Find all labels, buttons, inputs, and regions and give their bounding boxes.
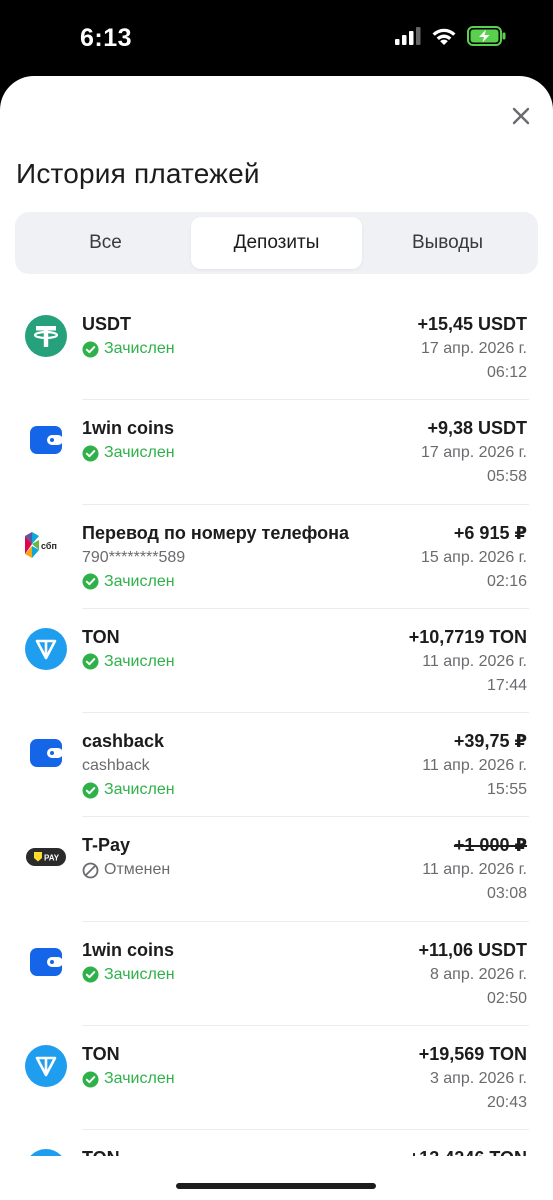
check-circle-icon	[82, 1071, 99, 1088]
status-label: Зачислен	[104, 965, 175, 983]
check-circle-icon	[82, 782, 99, 799]
transaction-name: USDT	[82, 314, 131, 334]
check-circle-icon	[82, 966, 99, 983]
transaction-time: 02:50	[486, 989, 527, 1007]
transaction-time: 05:58	[486, 468, 527, 486]
status-icons	[395, 26, 507, 51]
transaction-row[interactable]: cashback cashback Зачислен +39,75 ₽ 11 а…	[0, 713, 553, 818]
battery-charging-icon	[467, 26, 507, 51]
wallet-icon	[24, 731, 68, 775]
transaction-name: cashback	[82, 731, 165, 752]
phone-number: 790********589	[82, 548, 186, 566]
wallet-icon	[24, 418, 68, 462]
transaction-amount: +1 000 ₽	[453, 835, 527, 856]
cellular-signal-icon	[395, 27, 421, 50]
status-bar: 6:13	[0, 0, 553, 76]
transaction-name: Перевод по номеру телефона	[82, 522, 349, 543]
status-label: Зачислен	[104, 1070, 175, 1088]
payment-history-sheet: История платежей Все Депозиты Выводы USD…	[0, 76, 553, 1200]
bottom-fade	[0, 1156, 553, 1200]
home-indicator[interactable]	[176, 1183, 376, 1189]
transaction-amount: +19,569 TON	[418, 1044, 527, 1065]
transaction-row[interactable]: TON Зачислен +19,569 TON 3 апр. 2026 г. …	[0, 1026, 553, 1131]
status-credited: Зачислен	[82, 650, 363, 674]
transaction-date: 11 апр. 2026 г.	[422, 861, 527, 879]
status-credited: Зачислен	[82, 441, 363, 465]
status-label: Зачислен	[104, 781, 175, 799]
transaction-amount: +6 915 ₽	[453, 522, 527, 543]
transaction-date: 15 апр. 2026 г.	[421, 548, 527, 566]
status-label: Зачислен	[104, 652, 175, 670]
status-credited: Зачислен	[82, 963, 363, 987]
filter-tabs: Все Депозиты Выводы	[15, 212, 538, 274]
transaction-row[interactable]: 1win coins Зачислен +11,06 USDT 8 апр. 2…	[0, 922, 553, 1027]
transaction-row[interactable]: PAY T-Pay Отменен +1 000 ₽ 11 апр. 2026 …	[0, 817, 553, 923]
transaction-time: 15:55	[486, 781, 527, 799]
status-credited: Зачислен	[82, 337, 363, 361]
check-circle-icon	[82, 573, 99, 590]
ton-icon	[24, 1044, 68, 1088]
status-label: Отменен	[104, 861, 171, 879]
transaction-name: 1win coins	[82, 939, 175, 960]
ton-icon	[24, 627, 68, 671]
transaction-date: 17 апр. 2026 г.	[421, 340, 527, 357]
status-credited: Зачислен	[82, 1067, 363, 1091]
transaction-row[interactable]: TON Зачислен +10,7719 TON 11 апр. 2026 г…	[0, 609, 553, 714]
status-label: Зачислен	[104, 572, 175, 590]
transaction-time: 17:44	[486, 676, 527, 694]
sbp-icon: сбп	[24, 523, 68, 567]
usdt-icon	[24, 314, 68, 358]
close-icon	[512, 107, 530, 125]
transaction-amount: +11,06 USDT	[418, 939, 527, 960]
transaction-name: T-Pay	[82, 835, 131, 856]
transaction-amount: +15,45 USDT	[417, 314, 527, 334]
transaction-name: TON	[82, 1044, 120, 1065]
transaction-name: 1win coins	[82, 418, 175, 439]
status-time: 6:13	[80, 24, 133, 52]
status-cancelled: Отменен	[82, 858, 363, 882]
transaction-date: 11 апр. 2026 г.	[422, 652, 527, 670]
check-circle-icon	[82, 445, 99, 462]
tpay-icon: PAY	[24, 835, 68, 879]
status-credited: Зачислен	[82, 570, 363, 594]
tab-deposits[interactable]: Депозиты	[191, 217, 362, 269]
page-title: История платежей	[16, 158, 260, 189]
status-label: Зачислен	[104, 340, 175, 357]
transaction-row[interactable]: сбп Перевод по номеру телефона 790******…	[0, 505, 553, 610]
transaction-date: 11 апр. 2026 г.	[422, 757, 527, 775]
transaction-time: 06:12	[486, 364, 527, 381]
transaction-amount: +9,38 USDT	[427, 418, 527, 439]
wallet-icon	[24, 940, 68, 984]
transaction-time: 20:43	[486, 1094, 527, 1112]
transaction-date: 17 апр. 2026 г.	[421, 444, 527, 462]
tpay-icon-label: PAY	[44, 854, 60, 863]
transaction-name: TON	[82, 626, 120, 647]
status-label: Зачислен	[104, 444, 175, 462]
transaction-list: USDT Зачислен +15,45 USDT 17 апр. 2026 г…	[0, 296, 553, 1200]
transaction-date: 3 апр. 2026 г.	[429, 1070, 527, 1088]
transaction-subtitle: cashback	[82, 757, 150, 775]
check-circle-icon	[82, 653, 99, 670]
close-button[interactable]	[507, 102, 535, 130]
tab-all[interactable]: Все	[20, 217, 191, 269]
transaction-amount: +39,75 ₽	[453, 731, 527, 752]
status-credited: Зачислен	[82, 778, 363, 802]
transaction-time: 03:08	[486, 885, 527, 903]
sbp-icon-label: сбп	[41, 541, 57, 551]
wifi-icon	[431, 27, 457, 51]
transaction-time: 02:16	[486, 572, 527, 590]
transaction-amount: +10,7719 TON	[408, 626, 527, 647]
transaction-date: 8 апр. 2026 г.	[429, 965, 527, 983]
cancel-circle-icon	[82, 862, 99, 879]
tab-withdrawals[interactable]: Выводы	[362, 217, 533, 269]
check-circle-icon	[82, 341, 99, 357]
transaction-row[interactable]: 1win coins Зачислен +9,38 USDT 17 апр. 2…	[0, 400, 553, 505]
transaction-row[interactable]: USDT Зачислен +15,45 USDT 17 апр. 2026 г…	[0, 296, 553, 401]
